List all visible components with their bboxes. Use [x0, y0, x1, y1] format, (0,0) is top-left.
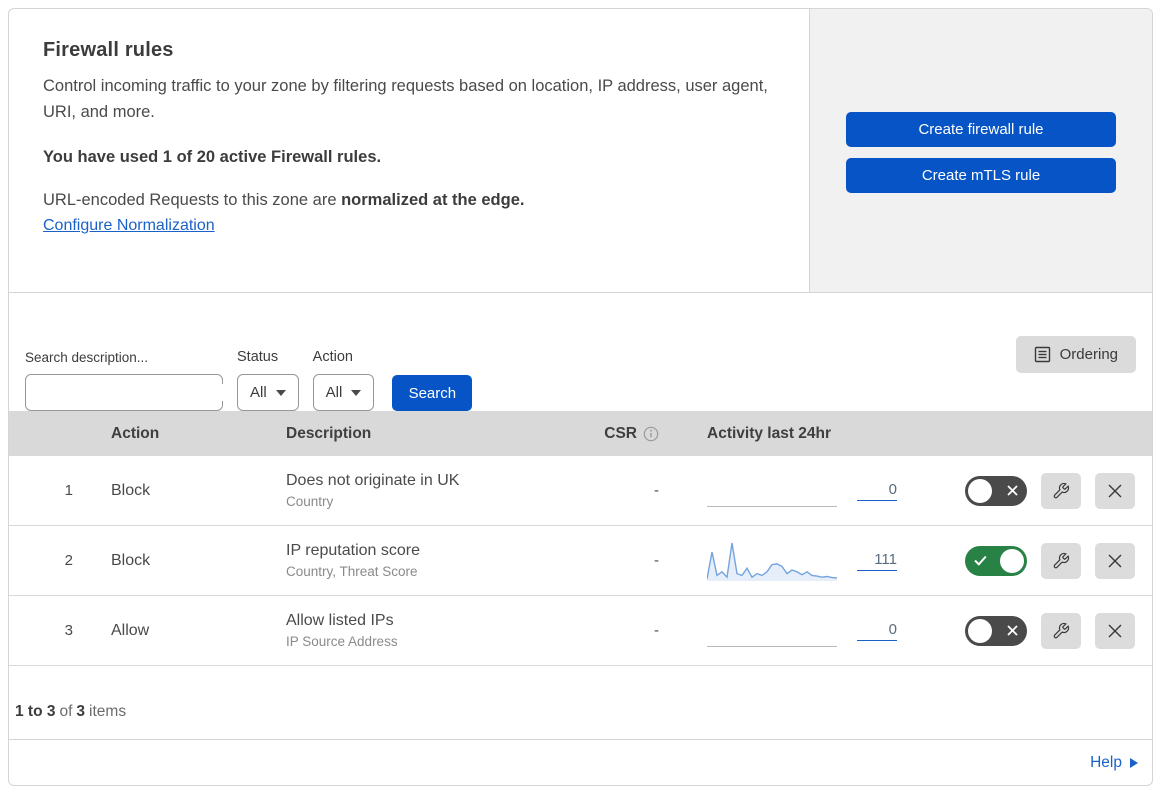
wrench-icon — [1053, 622, 1070, 638]
column-header-activity: Activity last 24hr — [707, 424, 832, 442]
rule-action: Block — [111, 551, 151, 569]
page-header: Firewall rules Control incoming traffic … — [9, 9, 1152, 293]
rule-number: 2 — [64, 552, 73, 569]
check-icon — [974, 546, 987, 576]
help-link[interactable]: Help — [1090, 754, 1138, 772]
normalization-note: URL-encoded Requests to this zone are no… — [43, 191, 769, 210]
help-link-label: Help — [1090, 753, 1122, 771]
close-icon — [1108, 554, 1122, 567]
search-input-box[interactable] — [25, 374, 243, 411]
action-dropdown-value: All — [325, 384, 343, 401]
activity-sparkline — [707, 540, 837, 582]
toggle-knob — [968, 618, 992, 643]
column-header-action: Action — [111, 424, 160, 442]
status-dropdown[interactable]: All — [237, 374, 299, 411]
rule-csr: - — [654, 552, 659, 569]
ordering-icon — [1034, 346, 1050, 363]
rule-enabled-toggle[interactable] — [965, 615, 1027, 646]
rule-description: Allow listed IPs — [286, 612, 394, 629]
column-header-csr: CSR — [604, 424, 637, 442]
edit-rule-button[interactable] — [1041, 472, 1081, 509]
page-title: Firewall rules — [43, 39, 174, 61]
table-row: 2 Block IP reputation score Country, Thr… — [9, 526, 1152, 596]
rule-description: Does not originate in UK — [286, 472, 460, 489]
items-total: 3 — [76, 703, 86, 720]
table-row: 1 Block Does not originate in UK Country… — [9, 456, 1152, 526]
pagination-summary: 1 to 3 of 3 items — [9, 666, 1152, 740]
normalization-prefix: URL-encoded Requests to this zone are — [43, 191, 342, 209]
arrow-right-icon — [1130, 757, 1138, 768]
column-header-description: Description — [286, 424, 372, 442]
rule-csr: - — [654, 622, 659, 639]
delete-rule-button[interactable] — [1095, 472, 1135, 509]
chevron-down-icon — [351, 389, 362, 396]
rule-criteria: Country, Threat Score — [286, 564, 418, 579]
toggle-knob — [968, 478, 992, 503]
firewall-rules-card: Firewall rules Control incoming traffic … — [8, 8, 1153, 786]
page-description: Control incoming traffic to your zone by… — [43, 77, 768, 121]
activity-sparkline — [707, 615, 837, 647]
ordering-button[interactable]: Ordering — [1015, 336, 1136, 373]
info-icon[interactable] — [643, 426, 659, 442]
create-firewall-rule-button[interactable]: Create firewall rule — [846, 112, 1116, 147]
page-header-text: Firewall rules Control incoming traffic … — [9, 9, 809, 292]
rule-enabled-toggle[interactable] — [965, 545, 1027, 576]
of-text: of — [59, 703, 73, 720]
toggle-knob — [1000, 548, 1024, 573]
table-header: Action Description CSR Activity last 24h… — [9, 411, 1152, 456]
edit-rule-button[interactable] — [1041, 612, 1081, 649]
items-range: 1 to 3 — [15, 703, 56, 720]
edit-rule-button[interactable] — [1041, 542, 1081, 579]
search-button[interactable]: Search — [392, 375, 473, 411]
activity-count-link[interactable]: 111 — [857, 551, 897, 571]
rule-criteria: Country — [286, 494, 334, 509]
delete-rule-button[interactable] — [1095, 612, 1135, 649]
create-mtls-rule-button[interactable]: Create mTLS rule — [846, 158, 1116, 193]
wrench-icon — [1053, 552, 1070, 568]
x-icon — [1007, 476, 1018, 506]
rule-number: 3 — [64, 622, 73, 639]
status-dropdown-value: All — [250, 384, 267, 401]
status-label: Status — [237, 349, 279, 365]
rule-criteria: IP Source Address — [286, 634, 398, 649]
action-label: Action — [312, 349, 353, 365]
actions-panel: Create firewall rule Create mTLS rule — [809, 9, 1152, 292]
ordering-button-label: Ordering — [1059, 346, 1118, 363]
activity-count-link[interactable]: 0 — [857, 481, 897, 501]
configure-normalization-link[interactable]: Configure Normalization — [43, 217, 215, 235]
rule-csr: - — [654, 482, 659, 499]
rule-action: Block — [111, 481, 151, 499]
rule-action: Allow — [111, 621, 150, 639]
items-text: items — [89, 703, 127, 720]
activity-count-link[interactable]: 0 — [857, 621, 897, 641]
usage-summary: You have used 1 of 20 active Firewall ru… — [43, 148, 382, 166]
activity-sparkline — [707, 475, 837, 507]
rule-number: 1 — [64, 482, 73, 499]
normalization-bold: normalized at the edge. — [341, 191, 525, 209]
help-bar: Help — [9, 740, 1152, 785]
close-icon — [1108, 624, 1122, 637]
delete-rule-button[interactable] — [1095, 542, 1135, 579]
close-icon — [1108, 484, 1122, 497]
wrench-icon — [1053, 482, 1070, 498]
x-icon — [1007, 616, 1018, 646]
search-label: Search description... — [25, 350, 149, 365]
table-row: 3 Allow Allow listed IPs IP Source Addre… — [9, 596, 1152, 666]
search-input[interactable] — [44, 384, 243, 401]
chevron-down-icon — [275, 389, 286, 396]
filter-bar: Search description... Status All Action … — [9, 293, 1152, 411]
action-dropdown[interactable]: All — [312, 374, 375, 411]
rule-description: IP reputation score — [286, 542, 421, 559]
rule-enabled-toggle[interactable] — [965, 475, 1027, 506]
